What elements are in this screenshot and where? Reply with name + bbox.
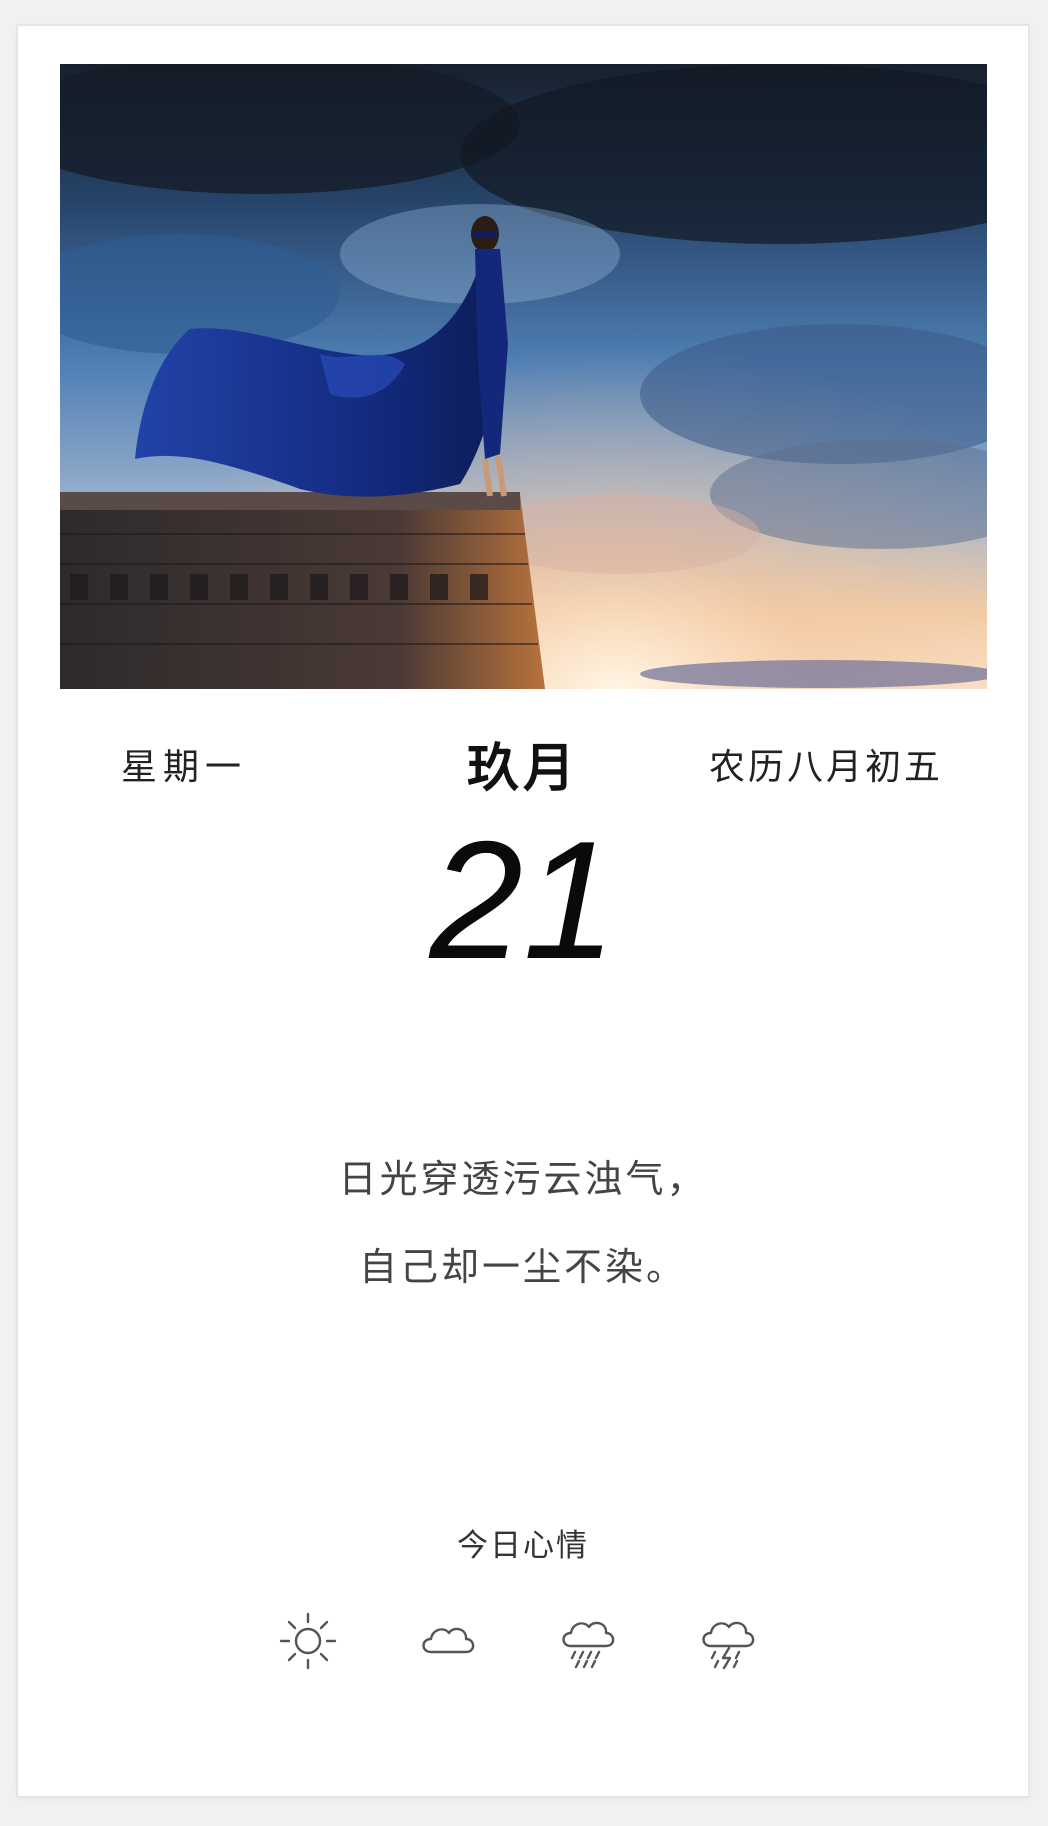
lunar-date-label: 农历八月初五 [708, 747, 943, 788]
quote-line-1: 日光穿透污云浊气， [338, 1157, 708, 1201]
cloud-icon[interactable] [413, 1606, 483, 1676]
rain-icon[interactable] [553, 1606, 623, 1676]
day-number: 21 [429, 806, 617, 994]
hero-illustration [60, 64, 987, 689]
date-row: 星期一 玖月 农历八月初五 [18, 716, 1028, 799]
thunderstorm-icon[interactable] [693, 1606, 763, 1676]
quote-line-2: 自己却一尘不染。 [358, 1245, 687, 1289]
hero-image [60, 64, 987, 689]
mood-title: 今日心情 [457, 1528, 589, 1564]
calendar-card: 星期一 玖月 农历八月初五 21 日光穿透污云浊气， 自己却一尘不染。 今日心情 [18, 26, 1028, 1796]
sun-icon[interactable] [273, 1606, 343, 1676]
mood-selector [18, 1606, 1028, 1676]
